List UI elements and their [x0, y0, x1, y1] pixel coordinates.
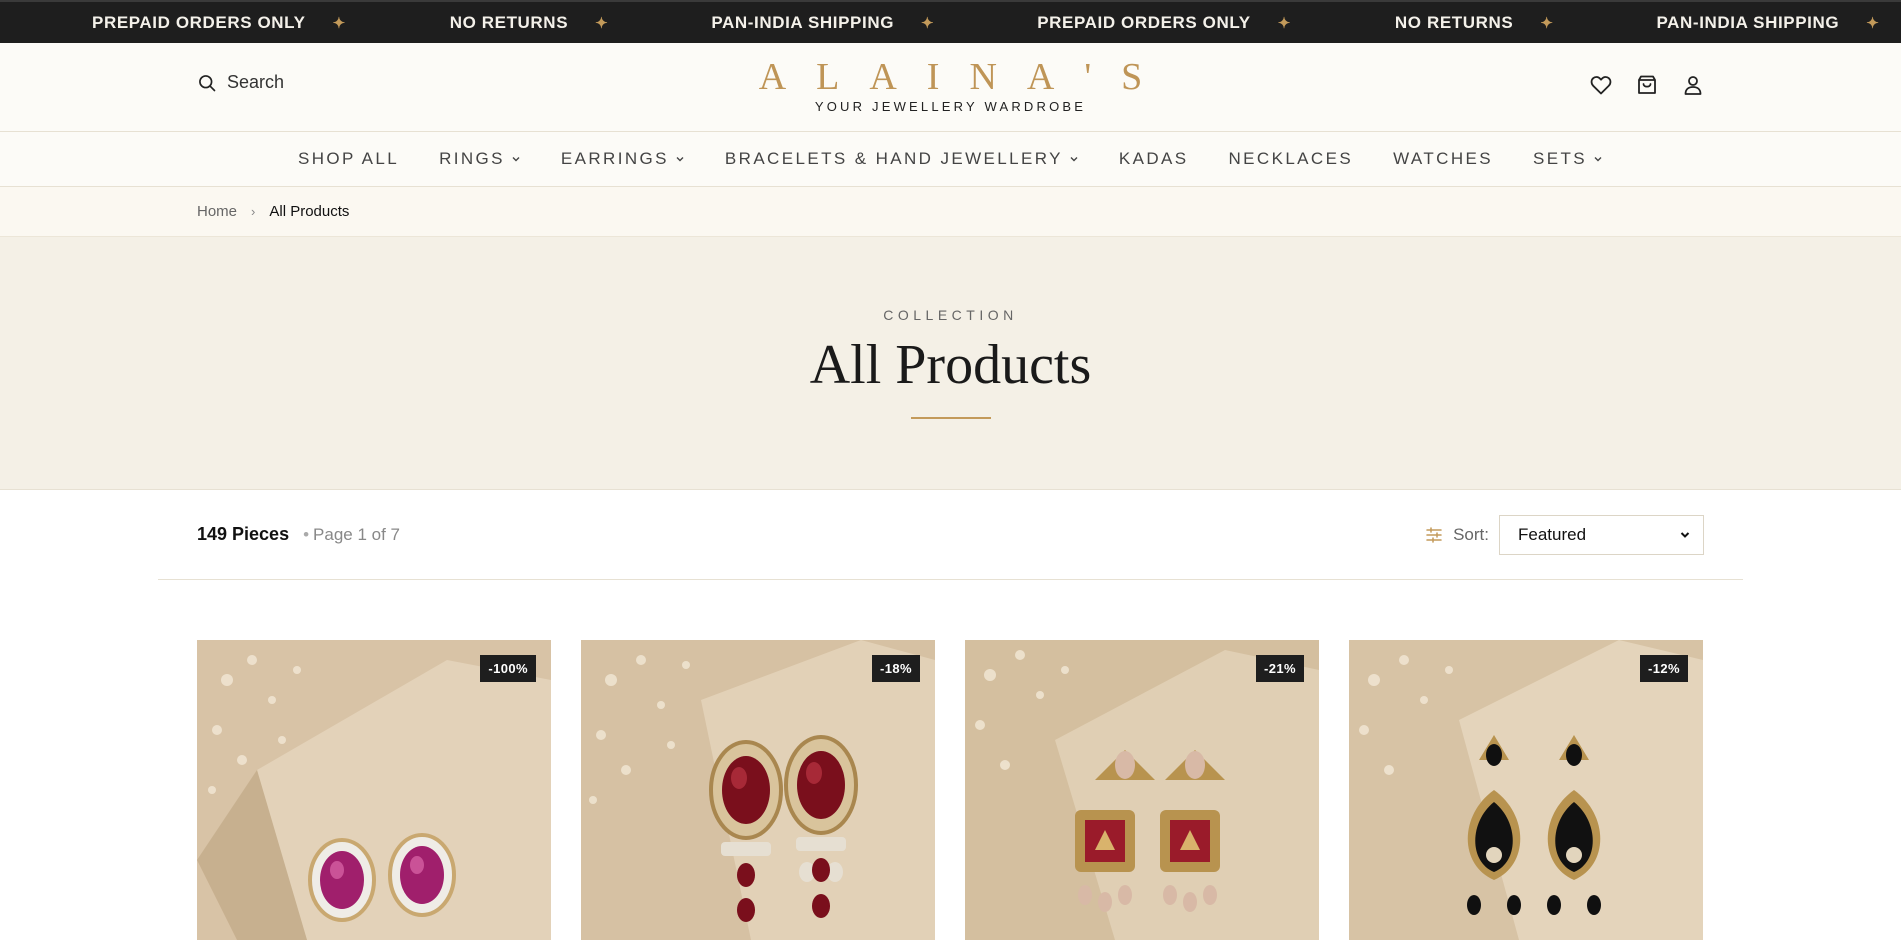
main-navigation: SHOP ALL RINGS EARRINGS BRACELETS & HAND… — [0, 132, 1901, 187]
nav-item-label: KADAS — [1118, 149, 1189, 168]
announcement-text: PAN-INDIA SHIPPING — [711, 12, 895, 32]
brand-tagline: YOUR JEWELLERY WARDROBE — [814, 99, 1087, 114]
nav-item-sets[interactable]: SETS — [1533, 149, 1603, 169]
announcement-text: NO RETURNS — [1394, 12, 1514, 32]
product-card[interactable]: -12% — [1349, 640, 1703, 940]
product-image — [1349, 640, 1703, 940]
product-card[interactable]: -21% — [965, 640, 1319, 940]
nav-item-kadas[interactable]: KADAS — [1119, 149, 1189, 169]
nav-item-necklaces[interactable]: NECKLACES — [1229, 149, 1354, 169]
header-actions — [1588, 72, 1706, 98]
collection-hero: COLLECTION All Products — [0, 237, 1901, 490]
announcement-item: NO RETURNS ✦ — [450, 13, 609, 33]
sort-label: Sort: — [1453, 525, 1489, 544]
announcement-item: NO RETURNS ✦ — [1395, 13, 1554, 33]
announcement-bar: PREPAID ORDERS ONLY ✦ NO RETURNS ✦ PAN-I… — [0, 0, 1901, 43]
chevron-down-icon — [1680, 532, 1690, 538]
star-separator-icon: ✦ — [1866, 14, 1880, 32]
announcement-text: PREPAID ORDERS ONLY — [1037, 12, 1251, 32]
nav-item-label: WATCHES — [1393, 149, 1494, 168]
nav-item-label: NECKLACES — [1228, 149, 1354, 168]
nav-item-rings[interactable]: RINGS — [439, 149, 521, 169]
breadcrumb-home-link[interactable]: Home — [197, 203, 237, 220]
chevron-down-icon — [676, 157, 684, 162]
nav-item-label: RINGS — [439, 149, 505, 168]
star-separator-icon: ✦ — [332, 14, 346, 32]
site-header: Search ALAINA'S YOUR JEWELLERY WARDROBE — [0, 43, 1901, 132]
account-button[interactable] — [1680, 72, 1706, 98]
discount-badge: -100% — [480, 655, 536, 682]
product-image — [581, 640, 935, 940]
cart-button[interactable] — [1634, 72, 1660, 98]
announcement-item: PREPAID ORDERS ONLY ✦ — [1037, 13, 1291, 33]
page-info: • Page 1 of 7 — [303, 525, 400, 545]
star-separator-icon: ✦ — [1277, 14, 1291, 32]
sort-selected-value: Featured — [1518, 525, 1587, 544]
announcement-text: PREPAID ORDERS ONLY — [92, 12, 306, 32]
nav-item-watches[interactable]: WATCHES — [1393, 149, 1493, 169]
filter-sliders-icon — [1426, 527, 1442, 543]
nav-item-label: SETS — [1533, 149, 1588, 168]
sort-select[interactable]: Featured — [1499, 515, 1704, 555]
announcement-item: PREPAID ORDERS ONLY ✦ — [92, 13, 346, 33]
product-grid: -100% -18% -21% -12% — [197, 640, 1703, 940]
product-card[interactable]: -100% — [197, 640, 551, 940]
announcement-text: PAN-INDIA SHIPPING — [1656, 12, 1840, 32]
sort-control: Sort: Featured — [1425, 515, 1704, 555]
page-info-text: Page 1 of 7 — [313, 525, 401, 544]
nav-item-earrings[interactable]: EARRINGS — [561, 149, 685, 169]
account-user-icon — [1684, 76, 1702, 95]
chevron-down-icon — [1070, 157, 1078, 162]
product-count: 149 Pieces • Page 1 of 7 — [197, 524, 400, 545]
hero-divider — [910, 417, 991, 419]
product-card[interactable]: -18% — [581, 640, 935, 940]
page-dot: • — [303, 525, 310, 544]
wishlist-heart-icon — [1590, 76, 1612, 95]
discount-badge: -21% — [1256, 655, 1304, 682]
collection-toolbar: 149 Pieces • Page 1 of 7 Sort: Featured — [158, 490, 1743, 580]
announcement-item: PAN-INDIA SHIPPING ✦ — [711, 13, 934, 33]
chevron-down-icon — [512, 157, 520, 162]
nav-item-label: EARRINGS — [560, 149, 669, 168]
nav-item-label: SHOP ALL — [297, 149, 400, 168]
nav-item-label: BRACELETS & HAND JEWELLERY — [724, 149, 1063, 168]
star-separator-icon: ✦ — [1540, 14, 1554, 32]
nav-item-shop-all[interactable]: SHOP ALL — [298, 149, 399, 169]
star-separator-icon: ✦ — [921, 14, 935, 32]
star-separator-icon: ✦ — [595, 14, 609, 32]
piece-count: 149 Pieces — [197, 524, 290, 544]
product-image — [197, 640, 551, 940]
breadcrumb-separator: › — [251, 204, 256, 219]
chevron-down-icon — [1594, 157, 1602, 162]
hero-eyebrow: COLLECTION — [883, 307, 1018, 323]
announcement-text: NO RETURNS — [449, 12, 569, 32]
nav-item-bracelets[interactable]: BRACELETS & HAND JEWELLERY — [725, 149, 1079, 169]
product-image — [965, 640, 1319, 940]
wishlist-button[interactable] — [1588, 72, 1614, 98]
breadcrumb-current: All Products — [269, 203, 350, 220]
discount-badge: -12% — [1640, 655, 1688, 682]
discount-badge: -18% — [872, 655, 920, 682]
announcement-item: PAN-INDIA SHIPPING ✦ — [1657, 13, 1880, 33]
breadcrumb: Home › All Products — [0, 187, 1901, 237]
page-title: All Products — [809, 334, 1092, 396]
cart-bag-icon — [1638, 75, 1656, 94]
